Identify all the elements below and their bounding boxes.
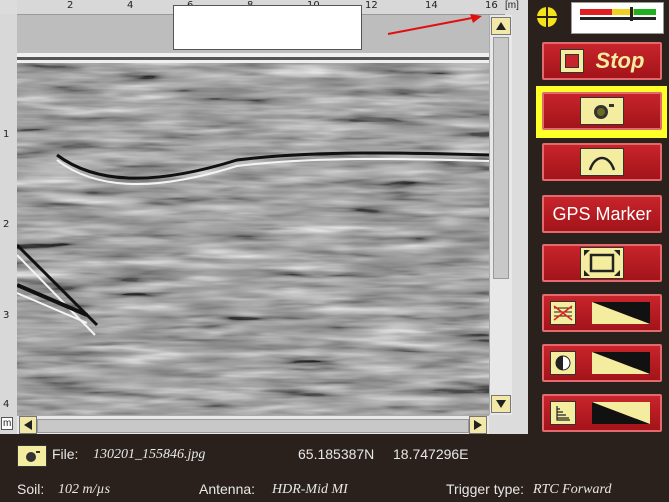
- trigger-type-label: Trigger type:: [446, 481, 525, 497]
- scroll-down-button[interactable]: [491, 395, 511, 413]
- gps-marker-button[interactable]: GPS Marker: [542, 195, 662, 233]
- ruler-tick: 16: [485, 0, 498, 11]
- hyperbola-fit-button[interactable]: [542, 143, 662, 181]
- depth-tick: 1: [3, 129, 10, 140]
- scroll-left-button[interactable]: [19, 416, 37, 434]
- soil-value: 102 m/µs: [58, 482, 111, 497]
- expand-frame-icon: [580, 247, 624, 279]
- depth-unit-label: m: [1, 417, 14, 430]
- stop-square-icon: [559, 49, 584, 73]
- signal-strength-icon: [580, 7, 656, 21]
- contrast-icon: [550, 351, 576, 375]
- file-camera-icon: [17, 445, 47, 467]
- gps-marker-label: GPS Marker: [552, 203, 652, 224]
- stop-button[interactable]: Stop: [542, 42, 662, 80]
- radargram-texture: [17, 15, 489, 415]
- depth-tick: 2: [3, 219, 10, 230]
- gain-ramp-icon: [592, 402, 650, 424]
- ruler-tick: 14: [425, 0, 438, 11]
- horizontal-scroll-thumb[interactable]: [37, 419, 469, 433]
- depth-tick: 3: [3, 310, 10, 321]
- arrow-up-icon: [496, 22, 506, 30]
- stop-label: Stop: [595, 48, 645, 73]
- gps-signal-indicator: [571, 2, 664, 34]
- scroll-right-button[interactable]: [469, 416, 487, 434]
- ramp-up-icon: [592, 352, 650, 374]
- zoom-fit-button[interactable]: [542, 244, 662, 282]
- arrow-left-icon: [24, 420, 32, 430]
- filter-lines-icon: [550, 301, 576, 325]
- gpr-radargram-image[interactable]: [17, 15, 489, 415]
- antenna-label: Antenna:: [199, 481, 256, 497]
- file-name: 130201_155846.jpg: [93, 447, 206, 462]
- vertical-scroll-thumb[interactable]: [493, 37, 509, 279]
- status-bar: File: 130201_155846.jpg 65.185387N 18.74…: [0, 434, 669, 502]
- red-arrow-annotation: [387, 14, 482, 35]
- gps-crosshair-icon: [537, 7, 557, 27]
- contrast-adjust-button[interactable]: [542, 344, 662, 382]
- ruler-tick: 12: [365, 0, 378, 11]
- longitude-value: 18.747296E: [393, 446, 469, 462]
- arrow-down-icon: [496, 400, 506, 408]
- control-panel: Stop GPS Marker: [528, 0, 669, 434]
- camera-icon: [580, 97, 624, 125]
- horizontal-scrollbar[interactable]: [17, 415, 489, 435]
- trigger-type-value: RTC Forward: [533, 482, 612, 497]
- file-label: File:: [52, 446, 79, 462]
- gain-adjust-button[interactable]: [542, 394, 662, 432]
- ruler-tick: 2: [67, 0, 74, 11]
- latitude-value: 65.185387N: [298, 446, 375, 462]
- radargram-panel: 2 4 6 8 10 12 14 16 [m] 1 2 3 4: [0, 0, 528, 435]
- hyperbola-icon: [580, 148, 624, 176]
- distance-unit-label: [m]: [505, 0, 519, 11]
- gain-steps-icon: [550, 401, 576, 425]
- vertical-scrollbar[interactable]: [489, 15, 512, 415]
- scroll-up-button[interactable]: [491, 17, 511, 35]
- camera-button[interactable]: [542, 92, 662, 130]
- soil-label: Soil:: [17, 481, 45, 497]
- antenna-value: HDR-Mid MI: [272, 482, 348, 497]
- depth-ruler: 1 2 3 4: [0, 14, 18, 434]
- filter-adjust-button[interactable]: [542, 294, 662, 332]
- ruler-tick: 4: [127, 0, 134, 11]
- depth-tick: 4: [3, 399, 10, 410]
- arrow-right-icon: [474, 420, 482, 430]
- redacted-label-box: [173, 5, 362, 50]
- ramp-down-icon: [592, 302, 650, 324]
